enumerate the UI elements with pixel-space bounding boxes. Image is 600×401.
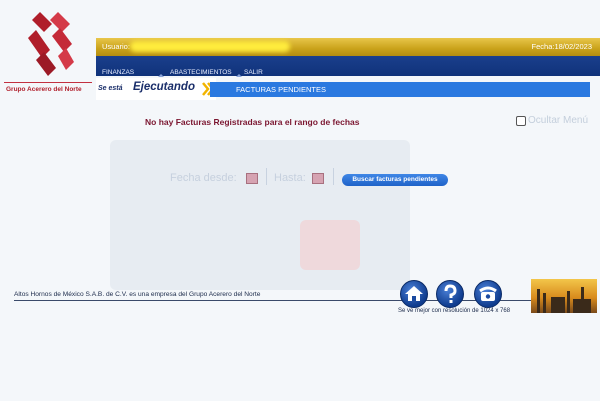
factory-silhouette <box>537 287 591 313</box>
section-title: FACTURAS PENDIENTES <box>236 85 327 94</box>
menu-item-abastecimientos[interactable]: ABASTECIMIENTOS <box>170 69 232 76</box>
help-icon <box>444 284 457 303</box>
executing-prefix: Se está <box>98 85 123 92</box>
company-logo <box>28 12 74 76</box>
calendar-icon[interactable] <box>312 173 324 184</box>
background-machinery <box>110 140 410 290</box>
executing-word: Ejecutando <box>133 81 195 93</box>
hasta-label: Hasta: <box>274 172 306 184</box>
search-invoices-button[interactable]: Buscar facturas pendientes <box>342 174 448 186</box>
hide-menu-checkbox[interactable] <box>516 116 526 126</box>
help-button[interactable] <box>436 280 464 308</box>
filter-divider <box>266 168 267 185</box>
date-display: Fecha:18/02/2023 <box>531 42 592 51</box>
section-title-bar: FACTURAS PENDIENTES <box>210 82 590 97</box>
user-name-redacted <box>130 41 290 52</box>
phone-icon <box>479 286 497 301</box>
filter-divider <box>333 168 334 185</box>
menu-item-finanzas[interactable]: FINANZAS <box>102 69 134 76</box>
calendar-icon[interactable] <box>246 173 258 184</box>
user-bar: Usuario: Fecha:18/02/2023 <box>96 38 600 56</box>
executing-banner: Se está Ejecutando <box>96 78 216 100</box>
contact-button[interactable] <box>474 280 502 308</box>
main-menu: FINANZAS ABASTECIMIENTOS SALIR <box>96 56 600 77</box>
home-icon <box>405 286 423 301</box>
resolution-note: Se ve mejor con resolución de 1024 x 768 <box>398 308 511 314</box>
logo-underline <box>4 82 92 83</box>
fecha-desde-label: Fecha desde: <box>170 172 237 184</box>
menu-arrow-icon <box>158 74 164 77</box>
menu-arrow-icon <box>236 74 242 77</box>
menu-item-salir[interactable]: SALIR <box>244 69 263 76</box>
footer-company-text: Altos Hornos de México S.A.B. de C.V. es… <box>14 291 261 298</box>
hide-menu-label: Ocultar Menú <box>528 115 589 126</box>
brand-name: Grupo Acerero del Norte <box>6 86 82 93</box>
user-label: Usuario: <box>102 42 130 51</box>
no-results-message: No hay Facturas Registradas para el rang… <box>145 117 360 127</box>
factory-image <box>531 279 597 313</box>
home-button[interactable] <box>400 280 428 308</box>
background-machinery-accent <box>300 220 360 270</box>
